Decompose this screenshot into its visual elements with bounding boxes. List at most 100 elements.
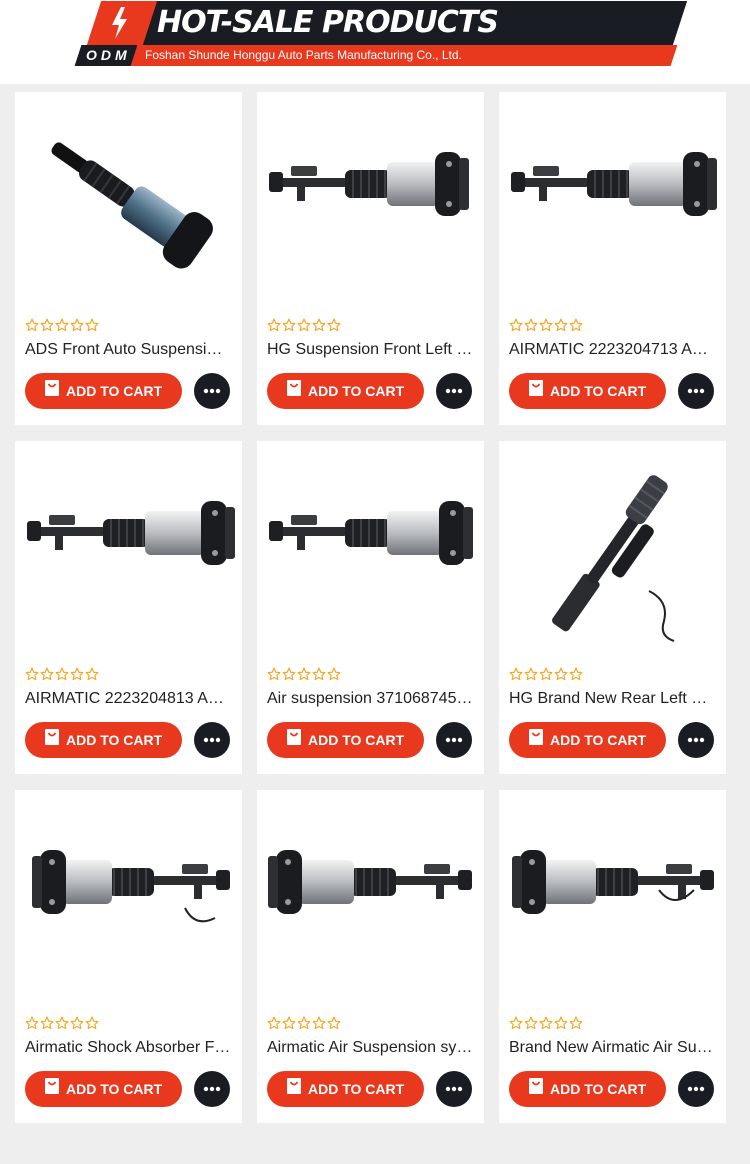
add-to-cart-label: ADD TO CART bbox=[550, 383, 647, 399]
star-outline-icon bbox=[569, 1016, 583, 1030]
star-outline-icon bbox=[55, 318, 69, 332]
add-to-cart-button[interactable]: ADD TO CART bbox=[509, 373, 666, 409]
rating-stars bbox=[25, 1016, 99, 1030]
shopping-bag-icon bbox=[287, 380, 301, 396]
star-outline-icon bbox=[297, 667, 311, 681]
product-image[interactable] bbox=[257, 790, 484, 1010]
page-title: HOT-SALE PRODUCTS bbox=[157, 5, 499, 40]
add-to-cart-button[interactable]: ADD TO CART bbox=[267, 1071, 424, 1107]
product-title[interactable]: AIRMATIC 2223204713 A… bbox=[509, 340, 717, 360]
star-outline-icon bbox=[282, 1016, 296, 1030]
add-to-cart-label: ADD TO CART bbox=[66, 383, 163, 399]
star-outline-icon bbox=[267, 318, 281, 332]
add-to-cart-button[interactable]: ADD TO CART bbox=[509, 722, 666, 758]
lightning-bolt-icon bbox=[112, 7, 127, 39]
product-card[interactable]: Air suspension 371068745… ADD TO CART bbox=[257, 441, 484, 774]
more-options-button[interactable] bbox=[436, 722, 472, 758]
page-header: HOT-SALE PRODUCTS ODM Foshan Shunde Hong… bbox=[0, 0, 750, 84]
star-outline-icon bbox=[297, 318, 311, 332]
product-title[interactable]: Airmatic Air Suspension sy… bbox=[267, 1038, 475, 1058]
star-outline-icon bbox=[25, 318, 39, 332]
more-dots-icon bbox=[445, 1086, 463, 1092]
shopping-bag-icon bbox=[529, 729, 543, 745]
star-outline-icon bbox=[40, 318, 54, 332]
star-outline-icon bbox=[312, 318, 326, 332]
more-options-button[interactable] bbox=[678, 373, 714, 409]
product-image[interactable] bbox=[499, 790, 726, 1010]
product-title[interactable]: HG Brand New Rear Left … bbox=[509, 689, 717, 709]
star-outline-icon bbox=[554, 1016, 568, 1030]
add-to-cart-label: ADD TO CART bbox=[308, 732, 405, 748]
star-outline-icon bbox=[312, 667, 326, 681]
product-image[interactable] bbox=[257, 441, 484, 661]
product-image[interactable] bbox=[15, 92, 242, 312]
product-image[interactable] bbox=[499, 441, 726, 661]
star-outline-icon bbox=[55, 1016, 69, 1030]
add-to-cart-button[interactable]: ADD TO CART bbox=[509, 1071, 666, 1107]
add-to-cart-button[interactable]: ADD TO CART bbox=[267, 722, 424, 758]
product-card[interactable]: AIRMATIC 2223204713 A… ADD TO CART bbox=[499, 92, 726, 425]
star-outline-icon bbox=[509, 667, 523, 681]
more-dots-icon bbox=[687, 388, 705, 394]
company-name: Foshan Shunde Honggu Auto Parts Manufact… bbox=[145, 48, 462, 62]
add-to-cart-label: ADD TO CART bbox=[308, 383, 405, 399]
more-options-button[interactable] bbox=[194, 373, 230, 409]
add-to-cart-label: ADD TO CART bbox=[550, 732, 647, 748]
more-options-button[interactable] bbox=[678, 1071, 714, 1107]
product-card[interactable]: ADS Front Auto Suspensi… ADD TO CART bbox=[15, 92, 242, 425]
product-title[interactable]: AIRMATIC 2223204813 A… bbox=[25, 689, 233, 709]
star-outline-icon bbox=[539, 1016, 553, 1030]
star-outline-icon bbox=[25, 1016, 39, 1030]
product-image[interactable] bbox=[15, 790, 242, 1010]
product-card[interactable]: AIRMATIC 2223204813 A… ADD TO CART bbox=[15, 441, 242, 774]
add-to-cart-label: ADD TO CART bbox=[66, 1081, 163, 1097]
star-outline-icon bbox=[70, 667, 84, 681]
add-to-cart-button[interactable]: ADD TO CART bbox=[25, 373, 182, 409]
add-to-cart-button[interactable]: ADD TO CART bbox=[25, 1071, 182, 1107]
product-card[interactable]: Brand New Airmatic Air Su… ADD TO CART bbox=[499, 790, 726, 1123]
star-outline-icon bbox=[509, 318, 523, 332]
more-dots-icon bbox=[687, 1086, 705, 1092]
star-outline-icon bbox=[267, 667, 281, 681]
add-to-cart-button[interactable]: ADD TO CART bbox=[267, 373, 424, 409]
star-outline-icon bbox=[524, 667, 538, 681]
shopping-bag-icon bbox=[529, 380, 543, 396]
product-card[interactable]: Airmatic Shock Absorber F… ADD TO CART bbox=[15, 790, 242, 1123]
product-title[interactable]: Airmatic Shock Absorber F… bbox=[25, 1038, 233, 1058]
product-title[interactable]: Brand New Airmatic Air Su… bbox=[509, 1038, 717, 1058]
product-image[interactable] bbox=[15, 441, 242, 661]
product-image[interactable] bbox=[499, 92, 726, 312]
rating-stars bbox=[509, 318, 583, 332]
more-dots-icon bbox=[445, 388, 463, 394]
shopping-bag-icon bbox=[287, 729, 301, 745]
more-options-button[interactable] bbox=[678, 722, 714, 758]
star-outline-icon bbox=[524, 318, 538, 332]
more-options-button[interactable] bbox=[194, 722, 230, 758]
star-outline-icon bbox=[40, 1016, 54, 1030]
more-dots-icon bbox=[203, 737, 221, 743]
add-to-cart-button[interactable]: ADD TO CART bbox=[25, 722, 182, 758]
shopping-bag-icon bbox=[287, 1078, 301, 1094]
star-outline-icon bbox=[312, 1016, 326, 1030]
more-dots-icon bbox=[445, 737, 463, 743]
star-outline-icon bbox=[554, 667, 568, 681]
product-card[interactable]: HG Brand New Rear Left … ADD TO CART bbox=[499, 441, 726, 774]
product-title[interactable]: HG Suspension Front Left … bbox=[267, 340, 475, 360]
more-options-button[interactable] bbox=[436, 373, 472, 409]
star-outline-icon bbox=[509, 1016, 523, 1030]
product-card[interactable]: HG Suspension Front Left … ADD TO CART bbox=[257, 92, 484, 425]
more-options-button[interactable] bbox=[436, 1071, 472, 1107]
product-image[interactable] bbox=[257, 92, 484, 312]
more-options-button[interactable] bbox=[194, 1071, 230, 1107]
product-card[interactable]: Airmatic Air Suspension sy… ADD TO CART bbox=[257, 790, 484, 1123]
rating-stars bbox=[25, 318, 99, 332]
shopping-bag-icon bbox=[45, 380, 59, 396]
star-outline-icon bbox=[539, 667, 553, 681]
star-outline-icon bbox=[85, 318, 99, 332]
star-outline-icon bbox=[327, 667, 341, 681]
shopping-bag-icon bbox=[45, 729, 59, 745]
shopping-bag-icon bbox=[529, 1078, 543, 1094]
product-title[interactable]: Air suspension 371068745… bbox=[267, 689, 475, 709]
product-title[interactable]: ADS Front Auto Suspensi… bbox=[25, 340, 233, 360]
odm-badge: ODM bbox=[86, 47, 131, 63]
